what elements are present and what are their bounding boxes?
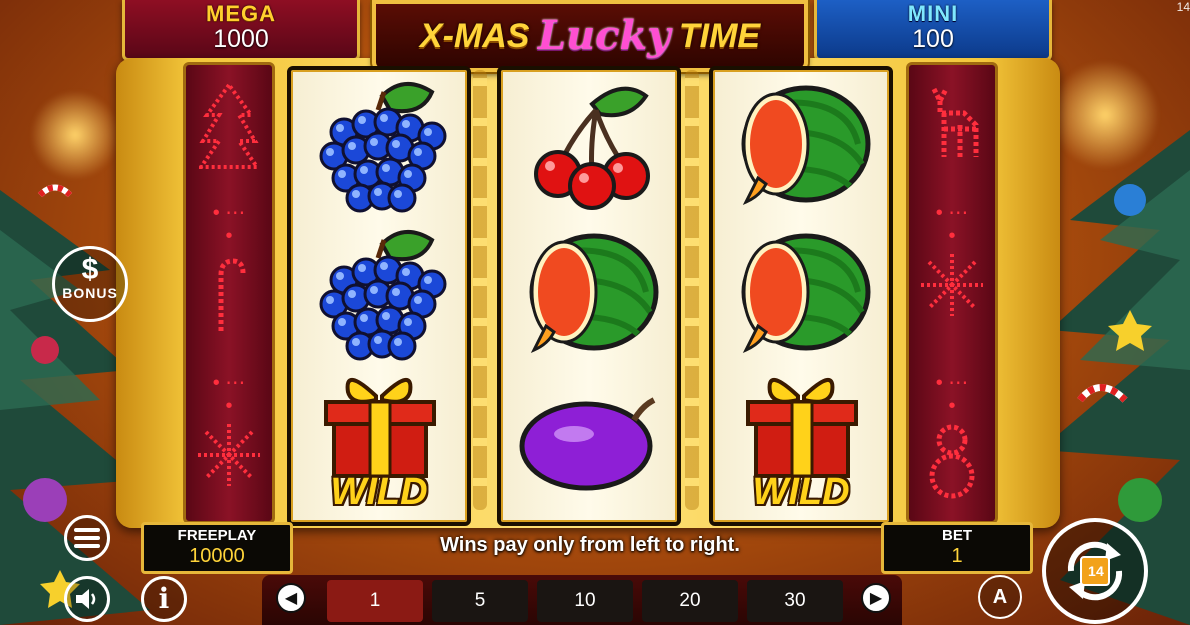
bet-option[interactable]: 20: [642, 580, 738, 622]
bet-option[interactable]: 1: [327, 580, 423, 622]
info-button[interactable]: i: [141, 576, 187, 622]
cherries-symbol: [501, 74, 677, 224]
reel-divider: [685, 70, 699, 510]
ornament-icon: [31, 336, 59, 364]
watermelon-symbol: [713, 222, 889, 372]
wild-gift-symbol: WILD: [713, 370, 889, 520]
reindeer-pattern-icon: [931, 87, 979, 157]
dots-pattern-icon: • ⋯ •: [935, 372, 969, 417]
snowflake-pattern-icon: [198, 424, 260, 486]
mini-title: MINI: [907, 1, 959, 26]
bet-option[interactable]: 30: [747, 580, 843, 622]
reel-3: WILD: [709, 66, 893, 526]
watermelon-symbol: [501, 222, 677, 372]
mega-jackpot-panel: MEGA 1000: [122, 0, 360, 61]
wild-label: WILD: [330, 471, 428, 513]
game-logo: X-MAS Lucky TIME: [372, 0, 808, 72]
bet-value: 1: [951, 545, 963, 567]
mega-value: 1000: [213, 25, 269, 53]
bonus-button[interactable]: $ BONUS: [52, 246, 128, 322]
grapes-symbol: [291, 74, 467, 224]
menu-icon: [74, 528, 100, 548]
logo-time: TIME: [678, 17, 761, 55]
mini-jackpot-panel: MINI 100: [814, 0, 1052, 61]
reel-divider: [473, 70, 487, 510]
dots-pattern-icon: • ⋯ •: [212, 372, 246, 417]
wild-label: WILD: [752, 471, 850, 513]
arrow-right-icon: ▶: [869, 590, 883, 607]
tree-pattern-icon: [199, 81, 259, 169]
mini-value: 100: [912, 25, 954, 53]
logo-lucky: Lucky: [537, 12, 671, 59]
bet-option[interactable]: 10: [537, 580, 633, 622]
reel-1: WILD: [287, 66, 471, 526]
grapes-symbol: [291, 222, 467, 372]
svg-text:1: 1: [1088, 563, 1096, 579]
bet-next-button[interactable]: ▶: [861, 583, 891, 613]
arrow-left-icon: ◀: [284, 590, 298, 607]
logo-xmas: X-MAS: [419, 17, 530, 55]
mega-title: MEGA: [206, 1, 276, 26]
clock-text: 14: [1176, 0, 1190, 14]
watermelon-symbol: [713, 74, 889, 224]
snowflake-pattern-icon: [921, 254, 983, 316]
svg-text:4: 4: [1096, 563, 1104, 579]
snowman-pattern-icon: [929, 424, 975, 499]
dots-pattern-icon: • ⋯ •: [212, 202, 246, 247]
bet-display: BET 1: [881, 522, 1033, 574]
dots-pattern-icon: • ⋯ •: [935, 202, 969, 247]
side-reel-left: • ⋯ • • ⋯ •: [183, 62, 275, 524]
autoplay-icon: A: [992, 586, 1008, 608]
bonus-label: BONUS: [62, 285, 118, 301]
info-icon: i: [158, 582, 170, 615]
reel-2: [497, 66, 681, 526]
wild-gift-symbol: WILD: [291, 370, 467, 520]
paytable-message: Wins pay only from left to right.: [440, 534, 740, 556]
menu-button[interactable]: [64, 515, 110, 561]
spin-button[interactable]: 1 4: [1042, 518, 1148, 624]
sound-button[interactable]: [64, 576, 110, 622]
spin-icon: 1 4: [1067, 541, 1123, 601]
dollar-icon: $: [81, 253, 99, 286]
candy-cane-pattern-icon: [218, 258, 246, 331]
bet-prev-button[interactable]: ◀: [276, 583, 306, 613]
freeplay-value: 10000: [189, 545, 245, 567]
speaker-icon: [76, 589, 96, 609]
side-reel-right: • ⋯ • • ⋯ •: [906, 62, 998, 524]
plum-symbol: [501, 370, 677, 520]
freeplay-display: FREEPLAY 10000: [141, 522, 293, 574]
bet-option[interactable]: 5: [432, 580, 528, 622]
autoplay-button[interactable]: A: [978, 575, 1022, 619]
bet-label: BET: [942, 527, 972, 544]
freeplay-label: FREEPLAY: [177, 527, 257, 544]
